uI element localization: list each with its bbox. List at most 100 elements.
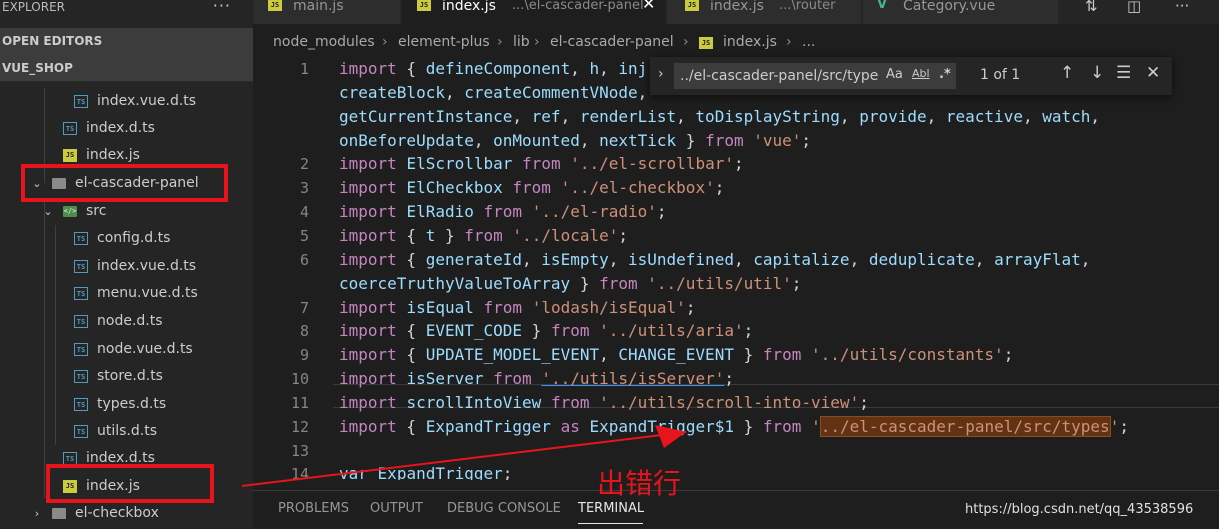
breadcrumb-item[interactable]: lib (513, 27, 530, 57)
ts-icon: TS (74, 425, 88, 438)
folder-icon (52, 508, 66, 519)
more-actions-icon[interactable]: ··· (213, 0, 231, 15)
tree-folder[interactable]: ⌄ </> src (0, 198, 253, 225)
code-line[interactable]: import ElScrollbar from '../el-scrollbar… (339, 152, 744, 176)
code-token: defineComponent (425, 59, 571, 78)
js-file-icon: JS (699, 37, 713, 49)
compare-changes-icon[interactable]: ⇅ (1085, 0, 1098, 15)
toggle-replace-icon[interactable]: › (658, 66, 664, 82)
breadcrumb-item[interactable]: ... (802, 27, 815, 57)
tree-file[interactable]: TS menu.vue.d.ts (0, 280, 253, 307)
code-token: ElRadio (406, 202, 474, 222)
tree-file[interactable]: TS config.d.ts (0, 225, 253, 252)
tree-file[interactable]: TS index.d.ts (0, 115, 253, 142)
tab-problems[interactable]: PROBLEMS (278, 501, 349, 516)
tab-debug-console[interactable]: DEBUG CONSOLE (447, 501, 561, 516)
tree-folder[interactable]: › el-checkbox (0, 500, 253, 527)
previous-match-icon[interactable]: ↑ (1060, 63, 1074, 83)
code-token: CHANGE_EVENT (618, 345, 734, 365)
code-token: EVENT_CODE (425, 321, 523, 341)
tree-file[interactable]: TS node.vue.d.ts (0, 336, 253, 363)
chevron-right-icon[interactable]: › (30, 500, 44, 527)
code-line[interactable]: coerceTruthyValueToArray } from '../util… (339, 272, 801, 296)
more-actions-icon[interactable]: ··· (1175, 0, 1189, 15)
code-line[interactable]: import { EVENT_CODE } from '../utils/ari… (339, 319, 753, 343)
tree-file[interactable]: TS index.vue.d.ts (0, 253, 253, 280)
code-token: import (339, 178, 397, 198)
breadcrumb-item[interactable]: node_modules (273, 27, 375, 57)
match-case-icon[interactable]: Aa (886, 67, 903, 82)
code-token: ; (714, 178, 725, 198)
code-token: nextTick (599, 130, 677, 150)
tab-index-js-router[interactable]: JS index.js ...\router (667, 0, 862, 24)
ts-icon: TS (74, 260, 88, 273)
tree-file[interactable]: TS utils.d.ts (0, 418, 253, 445)
indent-guide (55, 225, 56, 445)
breadcrumb: node_modules › element-plus › lib › el-c… (253, 27, 1219, 57)
code-token: ; (618, 225, 629, 245)
line-number: 5 (299, 226, 309, 245)
breadcrumb-item[interactable]: element-plus (398, 27, 490, 57)
code-token: isUndefined (628, 249, 734, 269)
code-line[interactable]: getCurrentInstance, ref, renderList, toD… (339, 105, 1100, 129)
tab-index-js-cascader[interactable]: JS index.js ...\el-cascader-panel ✕ (402, 0, 666, 24)
code-line[interactable]: import ElRadio from '../el-radio'; (339, 200, 667, 224)
tree-file[interactable]: TS index.vue.d.ts (0, 88, 253, 115)
code-line[interactable]: import scrollIntoView from '../utils/scr… (339, 391, 869, 415)
code-token: { (396, 249, 426, 269)
line-number: 4 (299, 203, 309, 222)
tab-terminal[interactable]: TERMINAL (578, 501, 644, 516)
tab-category-vue[interactable]: V Category.vue (863, 0, 1059, 24)
code-line[interactable]: import isServer from '../utils/isServer'… (339, 367, 734, 391)
tree-file[interactable]: TS types.d.ts (0, 391, 253, 418)
find-match-highlight: ../el-cascader-panel/src/types (819, 415, 1111, 437)
code-token: , (1090, 106, 1101, 126)
line-number: 8 (299, 322, 309, 341)
code-line[interactable]: import { generateId, isEmpty, isUndefine… (339, 248, 1090, 272)
chevron-right-icon: › (786, 34, 792, 50)
project-section[interactable]: VUE_SHOP (0, 55, 253, 82)
code-token: onMounted (493, 130, 580, 150)
js-file-icon: JS (268, 0, 282, 11)
code-token: { (396, 416, 426, 436)
close-icon[interactable]: ✕ (1146, 63, 1160, 83)
code-line[interactable]: import isEqual from 'lodash/isEqual'; (339, 296, 695, 320)
code-line[interactable]: import ElCheckbox from '../el-checkbox'; (339, 176, 724, 200)
code-line[interactable]: createBlock, createCommentVNode, (339, 81, 647, 105)
code-token: h (589, 59, 600, 78)
code-token: renderList (579, 106, 677, 126)
close-icon[interactable]: ✕ (642, 0, 655, 12)
tree-file[interactable]: TS store.d.ts (0, 363, 253, 390)
code-line[interactable]: var ExpandTrigger; (339, 462, 512, 480)
code-line[interactable]: import { defineComponent, h, inj (339, 57, 647, 81)
regex-icon[interactable]: .* (939, 67, 951, 82)
breadcrumb-item[interactable]: index.js (723, 27, 777, 57)
code-token: t (425, 225, 436, 245)
code-line[interactable]: import { t } from '../locale'; (339, 224, 628, 248)
code-line[interactable]: onBeforeUpdate, onMounted, nextTick } fr… (339, 129, 811, 153)
code-line[interactable]: import { UPDATE_MODEL_EVENT, CHANGE_EVEN… (339, 343, 1013, 367)
tree-file[interactable]: TS node.d.ts (0, 308, 253, 335)
whole-word-icon[interactable]: Abl (912, 67, 930, 80)
open-editors-section[interactable]: OPEN EDITORS (0, 28, 253, 55)
find-in-selection-icon[interactable]: ☰ (1116, 63, 1131, 83)
line-number: 6 (299, 250, 309, 269)
code-token: isServer (406, 369, 484, 389)
tab-main-js[interactable]: JS main.js (253, 0, 401, 24)
breadcrumb-item[interactable]: el-cascader-panel (550, 27, 674, 57)
tab-output[interactable]: OUTPUT (370, 501, 423, 516)
code-editor[interactable]: 1 import { defineComponent, h, inj createB… (253, 57, 1219, 480)
code-line[interactable]: import { ExpandTrigger as ExpandTrigger$… (339, 415, 1129, 439)
split-editor-icon[interactable]: ◫ (1127, 0, 1141, 15)
code-token: import (339, 249, 397, 269)
code-token: 'lodash/isEqual' (531, 297, 686, 317)
next-match-icon[interactable]: ↓ (1090, 63, 1104, 83)
code-token: ; (1119, 416, 1129, 436)
highlight-box-file (46, 464, 214, 503)
code-token: } (676, 130, 706, 150)
